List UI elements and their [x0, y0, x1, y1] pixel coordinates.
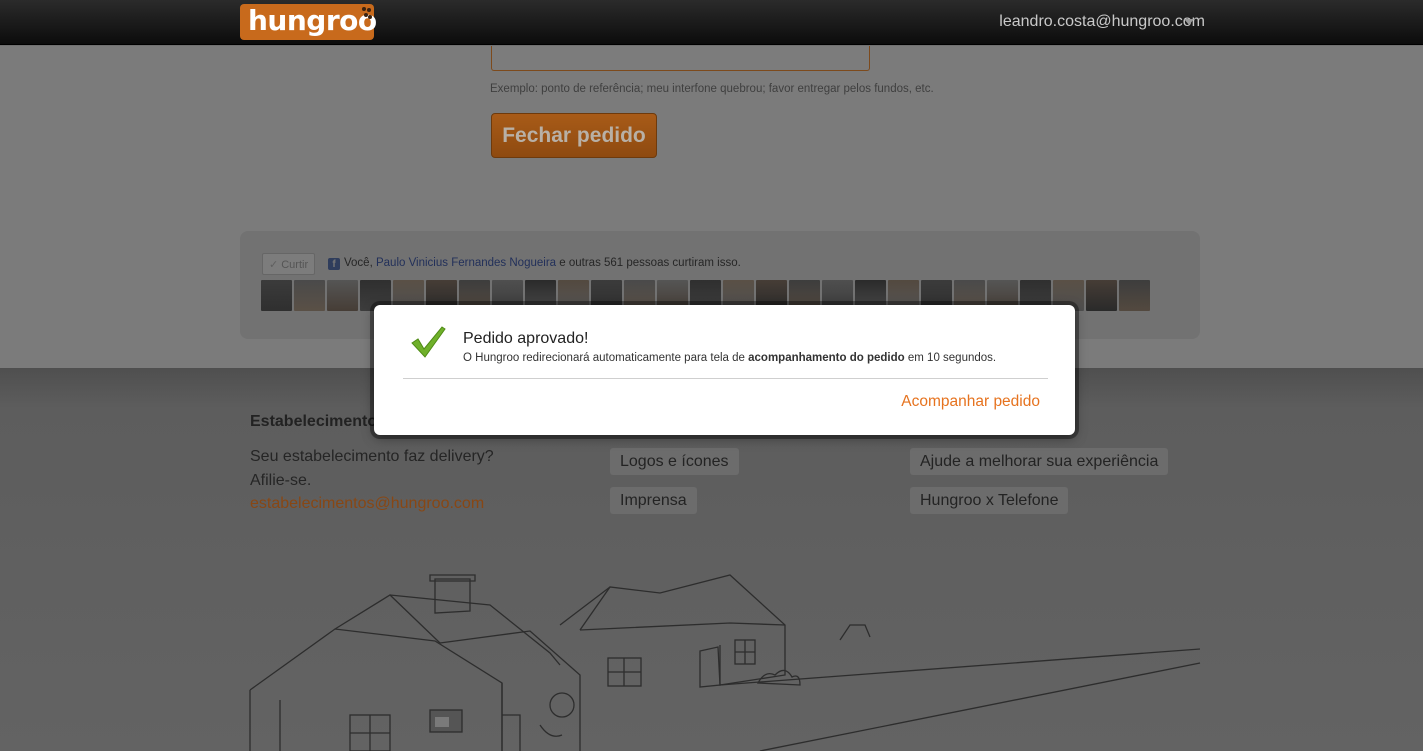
footer-link-press[interactable]: Imprensa [610, 487, 697, 514]
like-summary: Você, Paulo Vinicius Fernandes Nogueira … [344, 257, 741, 269]
modal-message-bold: acompanhamento do pedido [748, 352, 905, 364]
observations-hint: Exemplo: ponto de referência; meu interf… [490, 83, 934, 95]
modal-message: O Hungroo redirecionará automaticamente … [463, 352, 996, 364]
user-menu[interactable]: leandro.costa@hungroo.com [999, 13, 1205, 31]
facebook-like-button[interactable]: ✓ Curtir [262, 253, 316, 275]
establishments-heading: Estabelecimentos [250, 413, 387, 430]
establishments-affiliate: Afilie-se. [250, 472, 312, 489]
like-label: Curtir [281, 259, 309, 271]
footer-link-logos[interactable]: Logos e ícones [610, 448, 739, 475]
track-order-link[interactable]: Acompanhar pedido [901, 393, 1040, 411]
close-order-button[interactable]: Fechar pedido [491, 113, 657, 158]
establishments-question: Seu estabelecimento faz delivery? [250, 448, 494, 465]
like-suffix: e outras 561 pessoas curtiram isso. [559, 257, 741, 269]
like-prefix: Você, [344, 257, 373, 269]
friend-avatar[interactable] [1086, 280, 1117, 311]
footer-link-feedback[interactable]: Ajude a melhorar sua experiência [910, 448, 1169, 475]
chevron-down-icon[interactable] [1184, 19, 1194, 25]
hungroo-logo[interactable]: hungroo [240, 4, 377, 40]
top-bar: hungroo leandro.costa@hungroo.com [0, 0, 1423, 45]
friend-avatar[interactable] [294, 280, 325, 311]
observations-textarea[interactable] [491, 46, 870, 71]
footer-link-phone[interactable]: Hungroo x Telefone [910, 487, 1069, 514]
facebook-icon: f [328, 258, 340, 270]
friend-avatar[interactable] [327, 280, 358, 311]
friend-avatar[interactable] [261, 280, 292, 311]
friend-avatar[interactable] [1119, 280, 1150, 311]
establishments-email-link[interactable]: estabelecimentos@hungroo.com [250, 495, 484, 513]
modal-message-start: O Hungroo redirecionará automaticamente … [463, 352, 745, 364]
check-icon [411, 326, 446, 358]
houses-illustration [249, 574, 1201, 751]
like-check-icon: ✓ [269, 259, 279, 271]
friend-name-link[interactable]: Paulo Vinicius Fernandes Nogueira [376, 257, 556, 269]
order-approved-modal: Pedido aprovado! O Hungroo redirecionará… [374, 305, 1075, 435]
modal-message-end: em 10 segundos. [907, 352, 997, 364]
modal-title: Pedido aprovado! [463, 330, 589, 347]
logo-text: hungroo [248, 4, 377, 37]
logo-dots-icon [362, 7, 372, 21]
modal-divider [403, 378, 1048, 379]
